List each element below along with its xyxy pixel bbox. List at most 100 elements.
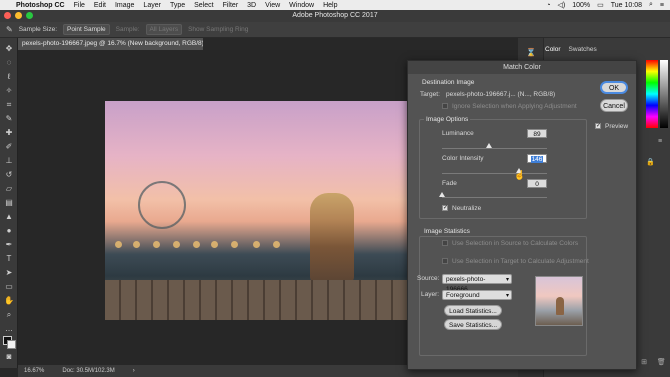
woman-figure: [310, 193, 354, 283]
menu-help[interactable]: Help: [323, 2, 337, 9]
window-controls: [4, 12, 33, 19]
dialog-title: Match Color: [408, 61, 636, 74]
menu-layer[interactable]: Layer: [143, 2, 161, 9]
background-color-swatch[interactable]: [7, 340, 16, 349]
mac-menubar: Photoshop CC File Edit Image Layer Type …: [0, 0, 670, 10]
menu-image[interactable]: Image: [115, 2, 134, 9]
blur-tool-icon[interactable]: ▲: [3, 212, 15, 222]
panel-menu-icon[interactable]: ≡: [658, 138, 662, 145]
dodge-tool-icon[interactable]: ●: [3, 226, 15, 236]
menu-app-name[interactable]: Photoshop CC: [16, 2, 65, 9]
sample-select[interactable]: All Layers: [145, 24, 183, 35]
luminance-slider-thumb[interactable]: [485, 143, 492, 148]
healing-tool-icon[interactable]: ✚: [3, 128, 15, 138]
status-arrow-icon[interactable]: ›: [133, 365, 135, 377]
ignore-selection-label: Ignore Selection when Applying Adjustmen…: [452, 103, 577, 110]
pen-tool-icon[interactable]: ✒: [3, 240, 15, 250]
layer-label: Layer:: [421, 291, 440, 298]
history-brush-tool-icon[interactable]: ↺: [3, 170, 15, 180]
ok-button[interactable]: OK: [600, 81, 628, 94]
sample-label: Sample:: [115, 26, 140, 33]
color-spectrum-slider[interactable]: [646, 60, 658, 128]
gradient-tool-icon[interactable]: ▤: [3, 198, 15, 208]
document-tab[interactable]: pexels-photo-196667.jpeg @ 16.7% (New ba…: [18, 38, 203, 50]
color-intensity-field[interactable]: 146: [527, 154, 547, 163]
more-tools-icon[interactable]: …: [3, 324, 15, 334]
menu-3d[interactable]: 3D: [247, 2, 256, 9]
source-select[interactable]: pexels-photo-196666...: [442, 274, 512, 293]
path-select-tool-icon[interactable]: ➤: [3, 268, 15, 278]
tab-swatches[interactable]: Swatches: [569, 46, 597, 53]
use-source-selection-label: Use Selection in Source to Calculate Col…: [452, 240, 579, 247]
crop-tool-icon[interactable]: ⌗: [3, 100, 15, 110]
preview-label: Preview: [605, 123, 629, 130]
spotlight-icon[interactable]: ⌕: [649, 1, 653, 9]
load-statistics-button[interactable]: Load Statistics...: [444, 305, 502, 316]
move-tool-icon[interactable]: ✥: [3, 44, 15, 54]
bokeh-lights: [113, 241, 303, 251]
ferris-wheel-shape: [138, 181, 186, 229]
clone-stamp-tool-icon[interactable]: ⊥: [3, 156, 15, 166]
target-value: pexels-photo-196667.j... (N..., RGB/8): [446, 91, 556, 98]
quick-select-tool-icon[interactable]: ✧: [3, 86, 15, 96]
save-statistics-button[interactable]: Save Statistics...: [444, 319, 502, 330]
menu-type[interactable]: Type: [170, 2, 185, 9]
color-intensity-slider-track[interactable]: [442, 173, 547, 174]
use-source-selection-checkbox[interactable]: [442, 240, 448, 246]
fade-field[interactable]: 0: [527, 179, 547, 188]
layer-select[interactable]: Foreground: [442, 290, 512, 301]
window-titlebar: Adobe Photoshop CC 2017: [0, 10, 670, 22]
eyedropper-tool-icon[interactable]: ✎: [3, 114, 15, 124]
menu-view[interactable]: View: [265, 2, 280, 9]
menu-window[interactable]: Window: [289, 2, 314, 9]
show-sampling-ring-checkbox[interactable]: Show Sampling Ring: [188, 26, 248, 33]
minimize-window-button[interactable]: [15, 12, 22, 19]
use-target-selection-checkbox[interactable]: [442, 258, 448, 264]
sample-size-select[interactable]: Point Sample: [63, 24, 110, 35]
wifi-icon[interactable]: ◔: [546, 2, 550, 9]
battery-percent: 100%: [572, 1, 591, 9]
brush-tool-icon[interactable]: ✐: [3, 142, 15, 152]
menu-select[interactable]: Select: [194, 2, 213, 9]
clock[interactable]: Tue 10:08: [611, 2, 642, 9]
doc-size[interactable]: Doc: 30.5M/102.3M: [62, 365, 114, 377]
zoom-tool-icon[interactable]: ⌕: [3, 310, 15, 320]
layer-lock-icon[interactable]: 🔒: [646, 158, 655, 166]
neutralize-label: Neutralize: [452, 205, 482, 212]
lasso-tool-icon[interactable]: ℓ: [3, 72, 15, 82]
document-photo: [105, 101, 407, 320]
luminance-slider-track[interactable]: [442, 148, 547, 149]
eraser-tool-icon[interactable]: ▱: [3, 184, 15, 194]
menu-edit[interactable]: Edit: [94, 2, 106, 9]
type-tool-icon[interactable]: T: [3, 254, 15, 264]
marquee-tool-icon[interactable]: ◌: [3, 58, 15, 68]
match-color-dialog: Match Color Destination Image Target: pe…: [407, 60, 637, 370]
color-value-slider[interactable]: [660, 60, 668, 128]
ignore-selection-checkbox[interactable]: [442, 103, 448, 109]
menu-filter[interactable]: Filter: [223, 2, 239, 9]
luminance-field[interactable]: 89: [527, 129, 547, 138]
history-panel-icon[interactable]: ⌛: [525, 48, 537, 58]
neutralize-checkbox[interactable]: [442, 204, 448, 211]
fade-slider-thumb[interactable]: [439, 192, 445, 197]
quick-mask-icon[interactable]: ◙: [3, 352, 15, 362]
volume-icon[interactable]: ◁): [557, 1, 565, 9]
image-options-heading: Image Options: [424, 116, 471, 123]
preview-checkbox[interactable]: [595, 122, 601, 129]
eyedropper-icon[interactable]: ✎: [6, 25, 13, 34]
tab-color[interactable]: Color: [545, 46, 561, 53]
zoom-level[interactable]: 16.67%: [24, 365, 44, 377]
fade-label: Fade: [442, 180, 457, 187]
close-window-button[interactable]: [4, 12, 11, 19]
fade-slider-track[interactable]: [442, 197, 547, 198]
menu-file[interactable]: File: [74, 2, 85, 9]
hand-tool-icon[interactable]: ✋: [3, 296, 15, 306]
battery-icon[interactable]: ▭: [597, 1, 604, 9]
notification-center-icon[interactable]: ≡: [660, 2, 664, 9]
zoom-window-button[interactable]: [26, 12, 33, 19]
stone-wall: [105, 280, 407, 320]
cancel-button[interactable]: Cancel: [600, 99, 628, 112]
image-statistics-heading: Image Statistics: [422, 228, 472, 235]
color-panel-tabs: Color Swatches: [545, 46, 597, 53]
shape-tool-icon[interactable]: ▭: [3, 282, 15, 292]
